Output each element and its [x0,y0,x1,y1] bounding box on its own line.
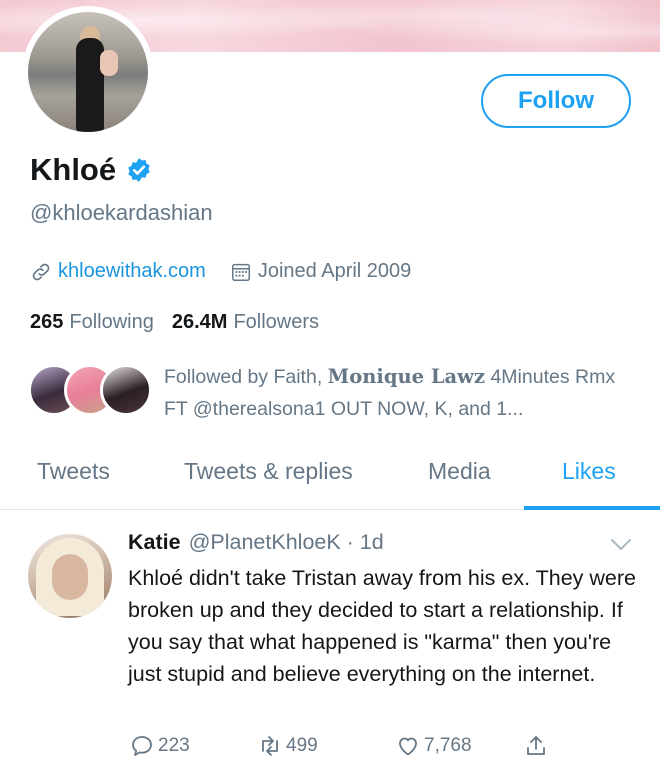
following-label: Following [69,311,154,333]
followed-by-text[interactable]: Followed by Faith, Monique Lawz 4Minutes… [164,361,624,425]
share-icon [527,736,545,755]
followers-label: Followers [233,311,320,333]
follower-avatar [100,364,152,416]
tweet-text: Khloé didn't take Tristan away from his … [128,566,637,686]
profile-website-link[interactable]: khloewithak.com [58,260,206,283]
reply-icon [132,736,152,756]
tweet-actions: 223 499 7,768 [130,734,630,764]
like-button[interactable]: 7,768 [396,734,472,758]
profile-handle: @khloekardashian [30,200,213,225]
profile-avatar[interactable] [22,6,154,138]
following-count: 265 [30,311,64,333]
calendar-icon [231,263,250,281]
followed-by-gothic-name: Monique Lawz [327,365,486,388]
profile-joined-date: Joined April 2009 [257,260,412,282]
profile-stats: 265 Following 26.4M Followers [30,311,319,334]
tab-tweets-replies[interactable]: Tweets & replies [184,458,353,485]
profile-avatar-image [28,12,148,132]
tweet-header: Katie @PlanetKhloeK · 1d [128,530,384,555]
retweet-icon [262,736,278,756]
tweet[interactable]: Katie @PlanetKhloeK · 1d Khloé didn't ta… [0,510,660,770]
followers-stat[interactable]: 26.4M Followers [172,311,319,334]
tweet-author-handle-time: @PlanetKhloeK · 1d [188,530,384,554]
profile-name-row: Khloé [30,152,152,188]
profile-name: Khloé [30,152,117,187]
tab-likes[interactable]: Likes [562,458,616,485]
share-button[interactable] [524,734,552,758]
tab-tweets[interactable]: Tweets [37,458,110,485]
profile-tabs: Tweets Tweets & replies Media Likes [0,446,660,510]
verified-badge-icon [128,158,150,182]
retweet-button[interactable]: 499 [258,734,318,758]
reply-count: 223 [158,735,190,756]
reply-button[interactable]: 223 [130,734,190,758]
profile-meta: khloewithak.com Joined April 2009 [30,260,411,283]
like-icon [399,737,417,756]
tweet-author-avatar[interactable] [28,534,112,618]
retweet-count: 499 [286,735,318,756]
like-count: 7,768 [424,735,472,756]
following-stat[interactable]: 265 Following [30,311,154,334]
follow-button[interactable]: Follow [481,74,631,128]
link-icon [32,263,50,280]
followers-you-know-avatars[interactable] [28,364,152,418]
tab-media[interactable]: Media [428,458,491,485]
chevron-down-icon[interactable] [610,538,632,552]
followers-count: 26.4M [171,311,228,333]
followed-by-prefix: Followed by Faith, [164,366,328,388]
tweet-author-name[interactable]: Katie [128,530,181,555]
